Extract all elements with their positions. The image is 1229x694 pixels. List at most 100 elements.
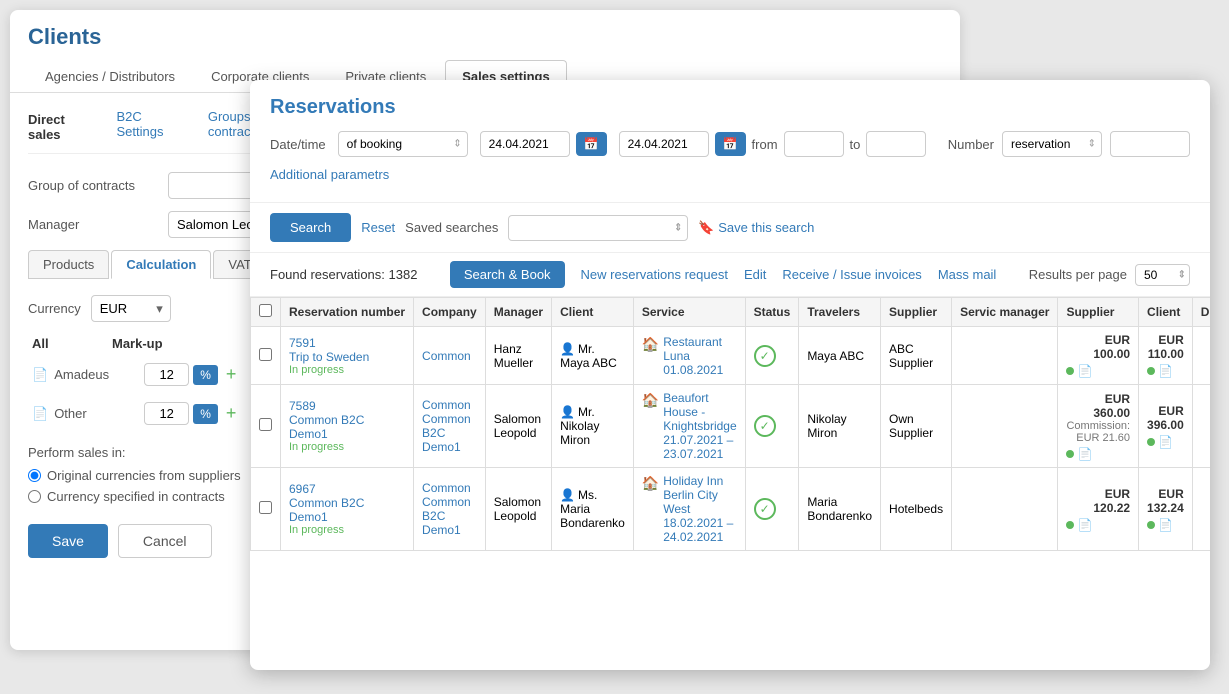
reservations-header: Reservations Date/time of booking 📅 📅 fr… [250, 80, 1210, 203]
other-value-input[interactable] [144, 402, 189, 425]
new-reservations-button[interactable]: New reservations request [581, 267, 728, 282]
amadeus-percent-btn[interactable]: % [193, 365, 218, 385]
row-due: EUR 396.00 [1192, 385, 1210, 468]
other-percent-btn[interactable]: % [193, 404, 218, 424]
group-contracts-label: Group of contracts [28, 178, 158, 193]
row-res-num: 7591 Trip to Sweden In progress [281, 327, 414, 385]
row-checkbox[interactable] [259, 418, 272, 431]
th-checkbox [251, 298, 281, 327]
select-all-checkbox[interactable] [259, 304, 272, 317]
row-client: 👤Ms. Maria Bondarenko [552, 468, 634, 551]
row-travelers: Nikolay Miron [799, 385, 881, 468]
company-demo-link[interactable]: Common B2C Demo1 [422, 495, 471, 537]
to-input[interactable] [866, 131, 926, 157]
bookmark-icon: 🔖 [698, 220, 714, 235]
th-supplier: Supplier [881, 298, 952, 327]
th-client: Client [552, 298, 634, 327]
service-hotel-icon: 🏠 [642, 475, 659, 492]
row-client: 👤Mr. Nikolay Miron [552, 385, 634, 468]
traveler-icon: 👤 [560, 405, 575, 419]
row-checkbox[interactable] [259, 501, 272, 514]
row-manager: Salomon Leopold [485, 385, 551, 468]
clients-title: Clients [28, 24, 942, 50]
reset-button[interactable]: Reset [361, 220, 395, 235]
service-name: Restaurant Luna 01.08.2021 [663, 335, 736, 377]
subnav-b2c[interactable]: B2C Settings [116, 109, 191, 145]
reservations-table-wrapper: Reservation number Company Manager Clien… [250, 297, 1210, 551]
th-company: Company [414, 298, 486, 327]
table-row: 7591 Trip to Sweden In progress Common H… [251, 327, 1211, 385]
inner-tab-calculation[interactable]: Calculation [111, 250, 211, 279]
th-serv-manager: Servic manager [952, 298, 1058, 327]
mass-mail-button[interactable]: Mass mail [938, 267, 997, 282]
company-link[interactable]: Common [422, 398, 471, 412]
date-from-input[interactable] [480, 131, 570, 157]
th-client-amt: Client [1139, 298, 1193, 327]
currency-select-wrapper: EUR [91, 295, 171, 322]
search-button[interactable]: Search [270, 213, 351, 242]
to-label: to [850, 137, 861, 152]
res-num-link[interactable]: 7589 [289, 399, 316, 413]
date-to-group: 📅 from to [619, 131, 927, 157]
row-checkbox-cell [251, 327, 281, 385]
row-company: Common [414, 327, 486, 385]
res-trip-link[interactable]: Trip to Sweden [289, 350, 369, 364]
service-name: Beaufort House - Knightsbridge 21.07.202… [663, 391, 736, 461]
table-row: 6967 Common B2C Demo1 In progress Common… [251, 468, 1211, 551]
radio-original-input[interactable] [28, 469, 41, 482]
number-label: Number [948, 137, 994, 152]
date-to-input[interactable] [619, 131, 709, 157]
cancel-button[interactable]: Cancel [118, 524, 212, 558]
cal-from-btn[interactable]: 📅 [576, 132, 607, 156]
row-checkbox-cell [251, 385, 281, 468]
res-num-link[interactable]: 7591 [289, 336, 316, 350]
save-button[interactable]: Save [28, 524, 108, 558]
currency-select[interactable]: EUR [91, 295, 171, 322]
from-input[interactable] [784, 131, 844, 157]
doc-small-icon: 📄 [1077, 447, 1092, 461]
row-client-amt: EUR 396.00 📄 [1139, 385, 1193, 468]
action-btns: Search & Book New reservations request E… [450, 261, 997, 288]
company-demo-link[interactable]: Common B2C Demo1 [422, 412, 471, 454]
results-per-page-label: Results per page [1029, 267, 1127, 282]
per-page-wrapper: ⇕ [1135, 264, 1190, 286]
all-header: All [32, 336, 112, 351]
table-row: 7589 Common B2C Demo1 In progress Common… [251, 385, 1211, 468]
radio-contract-input[interactable] [28, 490, 41, 503]
th-due: Due to pay [1192, 298, 1210, 327]
reservations-table: Reservation number Company Manager Clien… [250, 297, 1210, 551]
additional-params-link[interactable]: Additional parametrs [270, 167, 389, 182]
edit-button[interactable]: Edit [744, 267, 766, 282]
inner-tab-products[interactable]: Products [28, 250, 109, 279]
reservation-type-select[interactable]: reservation [1002, 131, 1102, 157]
doc-icon-other: 📄 [32, 406, 48, 422]
amadeus-add-btn[interactable]: + [222, 364, 241, 385]
row-checkbox[interactable] [259, 348, 272, 361]
row-service: 🏠 Holiday Inn Berlin City West 18.02.202… [633, 468, 745, 551]
other-add-btn[interactable]: + [222, 403, 241, 424]
cal-to-btn[interactable]: 📅 [715, 132, 746, 156]
res-status: In progress [289, 364, 405, 376]
res-num-link[interactable]: 6967 [289, 482, 316, 496]
search-book-button[interactable]: Search & Book [450, 261, 565, 288]
status-check-icon: ✓ [754, 415, 776, 437]
company-link[interactable]: Common [422, 481, 471, 495]
res-trip-link[interactable]: Common B2C Demo1 [289, 496, 364, 524]
tab-agencies[interactable]: Agencies / Distributors [28, 60, 192, 92]
company-link[interactable]: Common [422, 349, 471, 363]
saved-searches-input[interactable] [508, 215, 688, 241]
datetime-label: Date/time [270, 137, 326, 152]
booking-select[interactable]: of booking [338, 131, 468, 157]
number-value-input[interactable] [1110, 131, 1190, 157]
saved-searches-label: Saved searches [405, 220, 498, 235]
save-search-button[interactable]: 🔖 Save this search [698, 220, 814, 236]
per-page-input[interactable] [1135, 264, 1190, 286]
amadeus-value-input[interactable] [144, 363, 189, 386]
th-res-number: Reservation number [281, 298, 414, 327]
status-check-icon: ✓ [754, 498, 776, 520]
radio-original-label: Original currencies from suppliers [47, 468, 241, 483]
res-trip-link[interactable]: Common B2C Demo1 [289, 413, 364, 441]
receive-issue-button[interactable]: Receive / Issue invoices [782, 267, 921, 282]
th-status: Status [745, 298, 799, 327]
service-hotel-icon: 🏠 [642, 336, 659, 353]
